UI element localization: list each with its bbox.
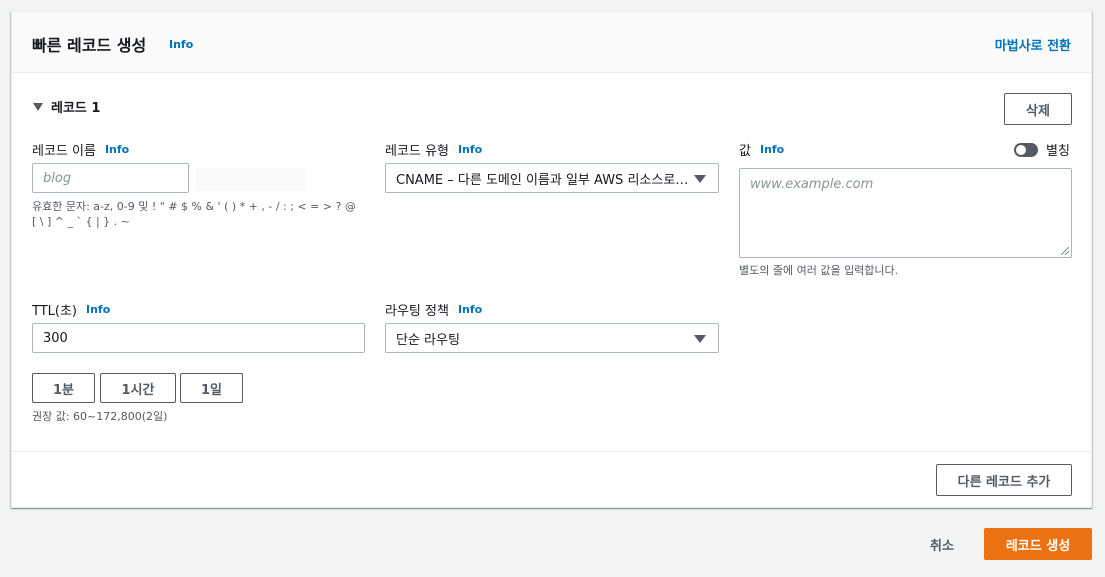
ttl-1min-button[interactable]: 1분	[32, 373, 95, 403]
panel-header: 빠른 레코드 생성 Info 마법사로 전환	[12, 12, 1091, 73]
value-label: 값 Info	[739, 140, 784, 159]
record-type-select[interactable]: CNAME – 다른 도메인 이름과 일부 AWS 리소스로…	[385, 163, 719, 193]
toggle-switch-icon[interactable]	[1014, 142, 1038, 157]
record-name-hint: 유효한 문자: a-z, 0-9 및 ! " # $ % & ' ( ) * +…	[32, 200, 356, 228]
value-info-link[interactable]: Info	[760, 143, 784, 156]
ttl-1hour-button[interactable]: 1시간	[100, 373, 176, 403]
alias-toggle[interactable]: 별칭	[1014, 140, 1070, 159]
routing-policy-label: 라우팅 정책 Info	[385, 300, 482, 319]
routing-policy-label-text: 라우팅 정책	[385, 304, 449, 319]
routing-policy-info-link[interactable]: Info	[458, 303, 482, 316]
ttl-info-link[interactable]: Info	[86, 303, 110, 316]
record-name-label: 레코드 이름 Info	[32, 140, 129, 159]
record-type-label: 레코드 유형 Info	[385, 140, 482, 159]
create-records-button[interactable]: 레코드 생성	[984, 528, 1092, 560]
record-type-value: CNAME – 다른 도메인 이름과 일부 AWS 리소스로…	[396, 172, 689, 188]
ttl-hint: 권장 값: 60~172,800(2일)	[32, 410, 168, 423]
add-record-button[interactable]: 다른 레코드 추가	[936, 464, 1072, 496]
ttl-label-text: TTL(초)	[32, 304, 77, 319]
record-expander[interactable]: 레코드 1	[33, 97, 100, 116]
value-textarea[interactable]: www.example.com	[739, 168, 1072, 258]
dropdown-arrow-icon	[694, 335, 706, 343]
quick-create-panel: 빠른 레코드 생성 Info 마법사로 전환 레코드 1 삭제 레코드 이름 I…	[11, 11, 1092, 508]
record-name-label-text: 레코드 이름	[32, 144, 96, 159]
record-type-label-text: 레코드 유형	[385, 144, 449, 159]
ttl-1day-button[interactable]: 1일	[180, 373, 243, 403]
delete-record-button[interactable]: 삭제	[1004, 93, 1072, 125]
record-name-placeholder: blog	[43, 170, 72, 186]
divider	[12, 451, 1091, 452]
ttl-label: TTL(초) Info	[32, 300, 110, 319]
alias-label: 별칭	[1046, 144, 1070, 159]
ttl-value: 300	[43, 330, 68, 346]
value-hint: 별도의 줄에 여러 값을 입력합니다.	[739, 264, 899, 277]
cancel-button[interactable]: 취소	[930, 535, 954, 554]
page-title: 빠른 레코드 생성	[32, 36, 147, 55]
resize-handle-icon[interactable]	[1061, 247, 1069, 255]
title-info-link[interactable]: Info	[169, 38, 193, 51]
dropdown-arrow-icon	[694, 175, 706, 183]
record-title: 레코드 1	[51, 101, 101, 116]
value-placeholder: www.example.com	[750, 177, 874, 192]
domain-suffix	[196, 167, 306, 191]
record-type-info-link[interactable]: Info	[458, 143, 482, 156]
caret-down-icon	[33, 102, 43, 111]
record-name-info-link[interactable]: Info	[105, 143, 129, 156]
routing-policy-value: 단순 라우팅	[396, 332, 460, 348]
switch-to-wizard-link[interactable]: 마법사로 전환	[995, 35, 1071, 54]
ttl-input[interactable]: 300	[32, 323, 365, 353]
routing-policy-select[interactable]: 단순 라우팅	[385, 323, 719, 353]
value-label-text: 값	[739, 144, 751, 159]
record-name-input[interactable]: blog	[32, 163, 189, 193]
